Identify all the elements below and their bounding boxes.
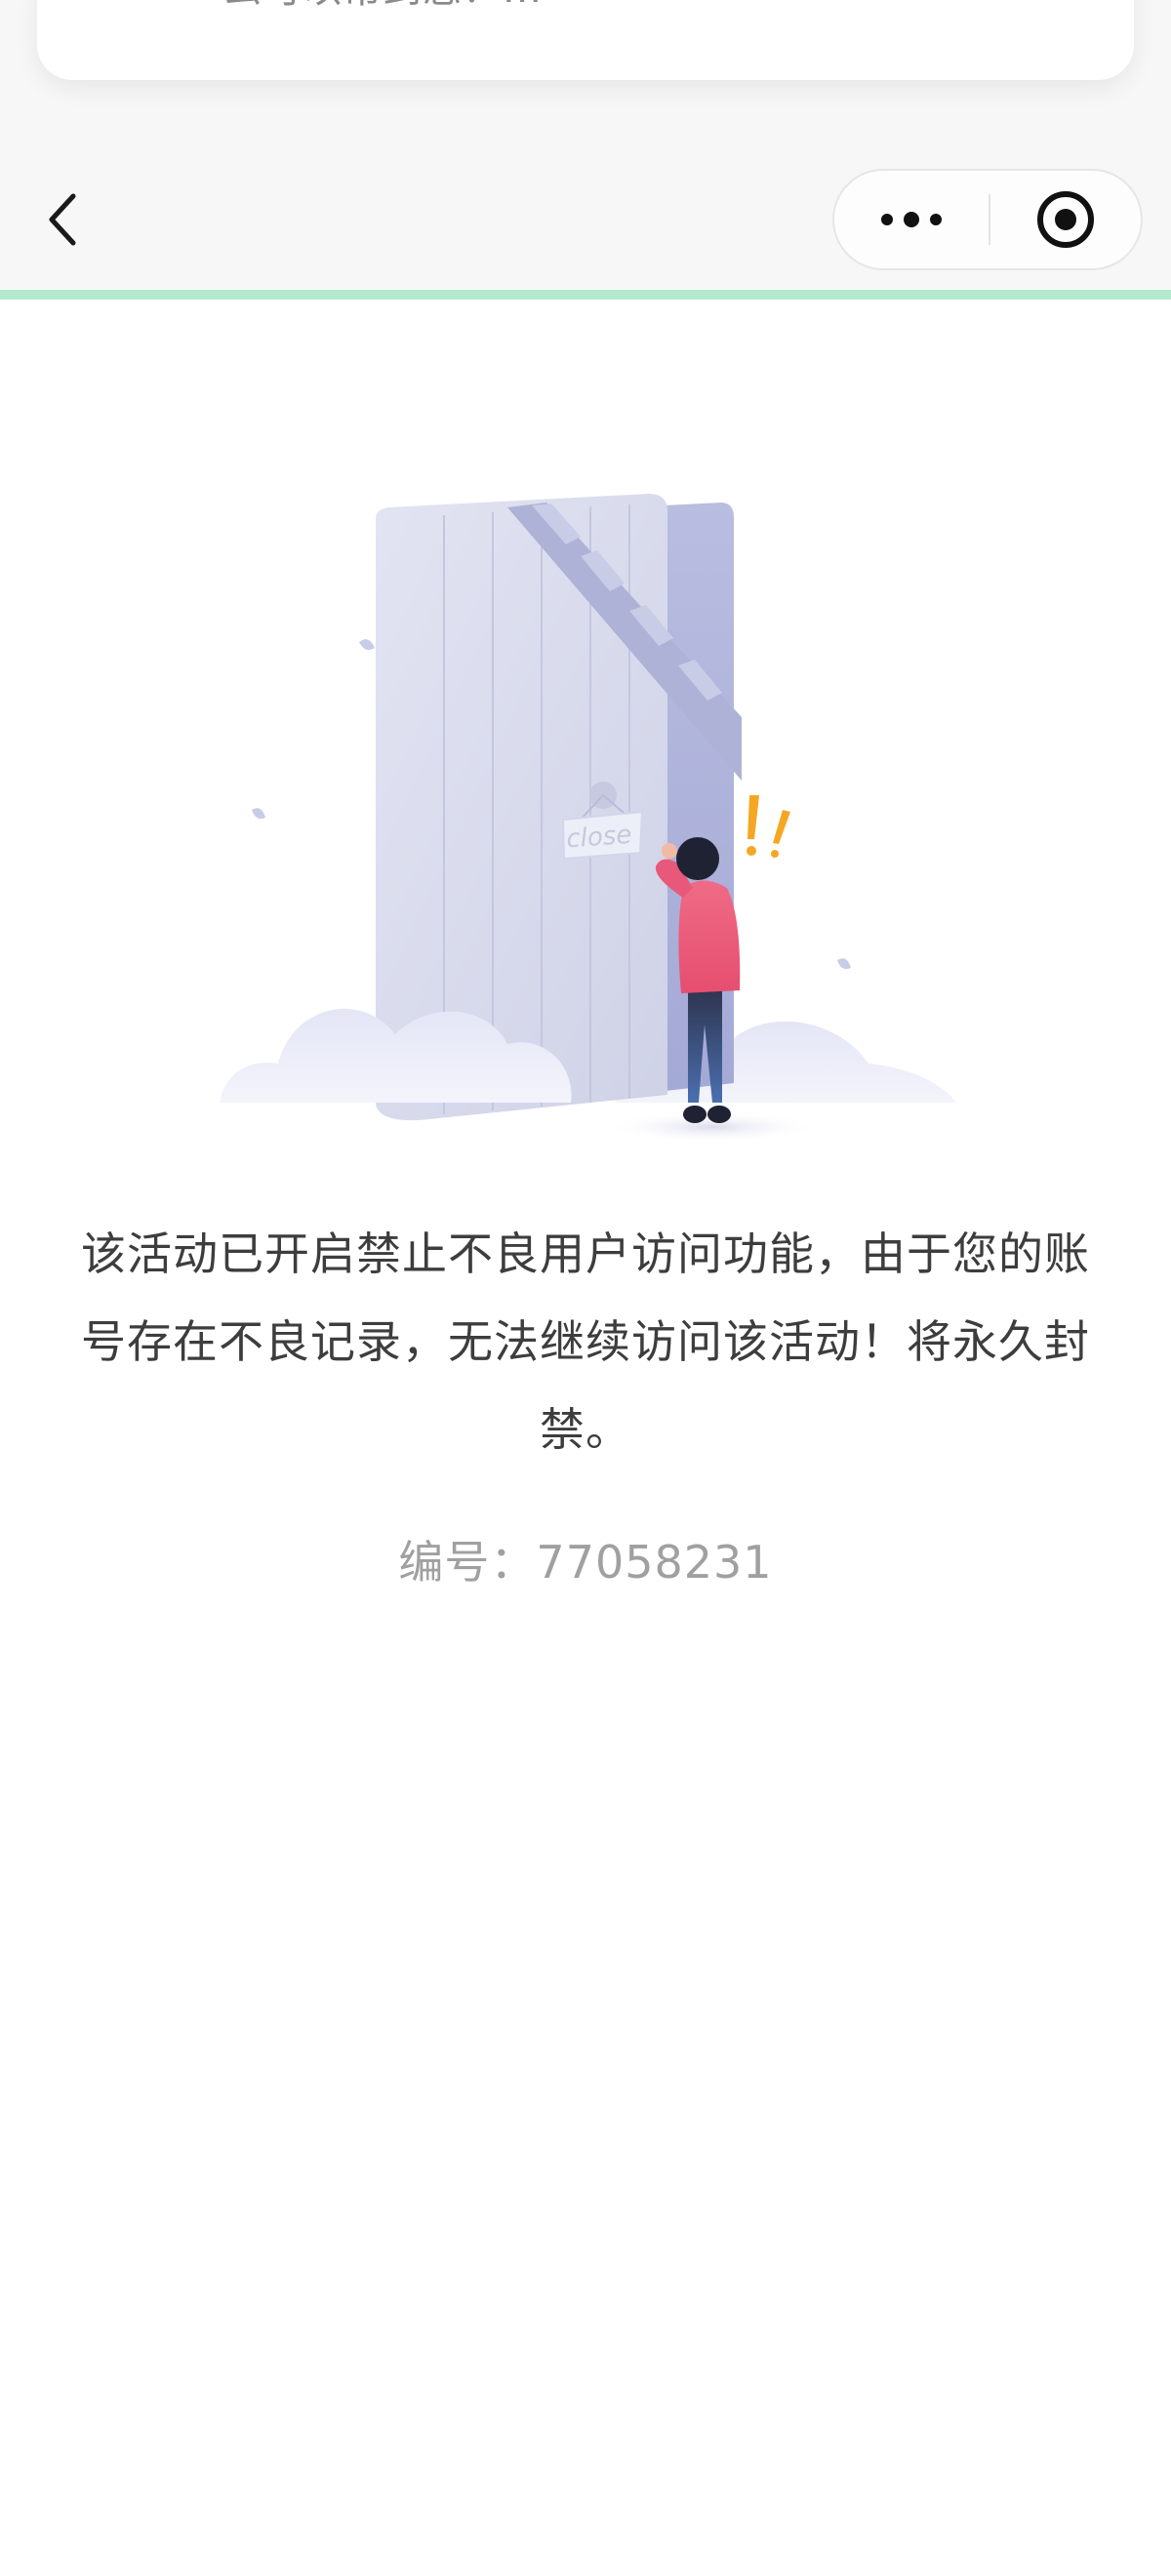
target-close-icon xyxy=(1037,191,1094,248)
chevron-left-icon xyxy=(49,193,76,246)
close-button[interactable] xyxy=(990,171,1141,268)
progress-fill xyxy=(0,290,1171,300)
top-region: 么可以帮到您？... xyxy=(0,0,1171,300)
exclamation-marks xyxy=(747,795,790,858)
back-button[interactable] xyxy=(29,185,98,254)
reference-code-value: 77058231 xyxy=(536,1536,773,1589)
notification-banner[interactable]: 么可以帮到您？... xyxy=(37,0,1134,80)
leaf xyxy=(359,639,375,650)
more-button[interactable] xyxy=(834,171,989,268)
page-load-progress-bar xyxy=(0,290,1171,300)
more-dots-icon xyxy=(881,212,942,227)
nav-bar xyxy=(0,146,1171,293)
leaf xyxy=(252,808,265,819)
reference-code: 编号：77058231 xyxy=(0,1527,1171,1591)
close-sign-text: close xyxy=(565,821,632,855)
notification-text: 么可以帮到您？... xyxy=(222,0,543,14)
blocked-message: 该活动已开启禁止不良用户访问功能，由于您的账号存在不良记录，无法继续访问该活动！… xyxy=(81,1228,1090,1456)
leaf xyxy=(837,958,851,969)
reference-code-label: 编号： xyxy=(398,1536,537,1589)
closed-door-illustration: close xyxy=(220,494,956,1143)
page: 么可以帮到您？... xyxy=(0,0,1171,2576)
mini-program-capsule xyxy=(832,169,1143,270)
